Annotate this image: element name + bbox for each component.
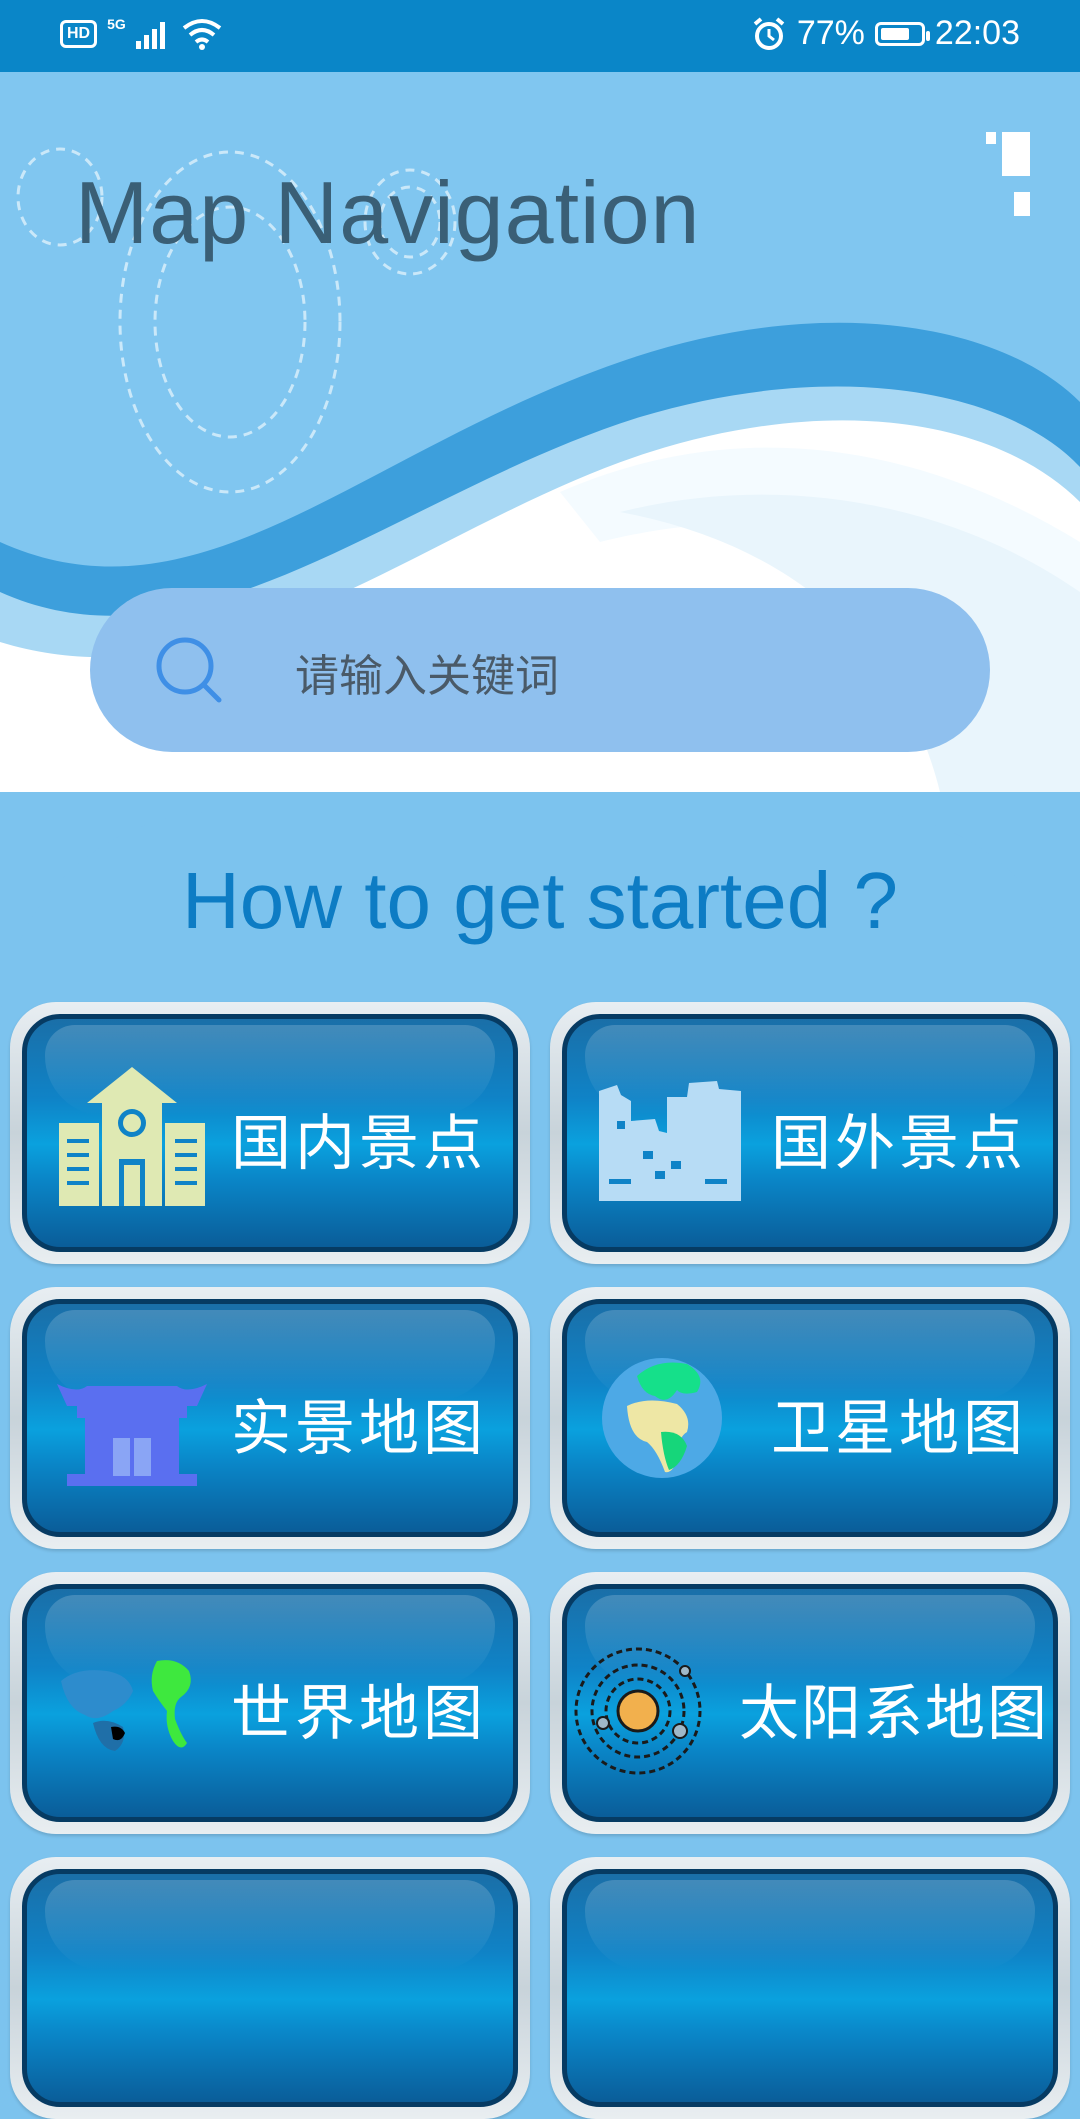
battery-fill [880,27,909,40]
panel-title: How to get started ? [182,856,898,945]
tile-world-map[interactable]: 世界地图 [10,1572,530,1834]
search-bar[interactable]: 请输入关键词 [90,588,990,752]
tile-solar-system-map[interactable]: 太阳系地图 [550,1572,1070,1834]
tile-domestic-attractions[interactable]: 国内景点 [10,1002,530,1264]
tile-satellite-map[interactable]: 卫星地图 [550,1287,1070,1549]
status-bar: HD 5G 77% 22:03 [0,0,1080,72]
status-left: HD 5G [60,16,222,50]
tile-partial-right[interactable] [550,1857,1070,2119]
tile-label: 实景地图 [231,1394,487,1464]
tile-face: 太阳系地图 [562,1584,1058,1822]
tile-label: 国外景点 [771,1109,1027,1179]
temple-icon [57,1384,207,1486]
tile-face: 国外景点 [562,1014,1058,1252]
earth-icon [602,1358,722,1478]
menu-icon[interactable] [986,132,1030,222]
search-input[interactable]: 请输入关键词 [295,640,559,704]
battery-icon [874,21,930,46]
tile-partial-left[interactable] [10,1857,530,2119]
tile-face: 世界地图 [22,1584,518,1822]
search-icon [156,637,222,703]
tile-face: 实景地图 [22,1299,518,1537]
building-icon [59,1067,205,1206]
tile-label: 世界地图 [231,1679,487,1749]
wifi-icon [182,19,222,50]
tile-foreign-attractions[interactable]: 国外景点 [550,1002,1070,1264]
get-started-panel: How to get started ? 国内景点 国外景点 实景地图 卫星地图… [0,812,1080,2119]
signal-icon [135,22,165,49]
tile-face [22,1869,518,2107]
network-type: 5G [107,16,126,32]
tile-face [562,1869,1058,2107]
status-right: 77% 22:03 [751,14,1020,53]
clock: 22:03 [934,14,1020,52]
battery-percent: 77% [796,14,865,52]
tile-label: 太阳系地图 [739,1679,1049,1749]
city-icon [599,1081,741,1201]
hd-icon: HD [60,20,98,48]
tile-street-view-map[interactable]: 实景地图 [10,1287,530,1549]
tile-label: 卫星地图 [771,1394,1027,1464]
tile-face: 卫星地图 [562,1299,1058,1537]
app-title: Map Navigation [75,163,701,262]
tile-label: 国内景点 [231,1109,487,1179]
solar-system-icon [574,1647,702,1775]
world-map-icon [61,1660,191,1751]
alarm-icon [753,16,785,50]
tile-face: 国内景点 [22,1014,518,1252]
